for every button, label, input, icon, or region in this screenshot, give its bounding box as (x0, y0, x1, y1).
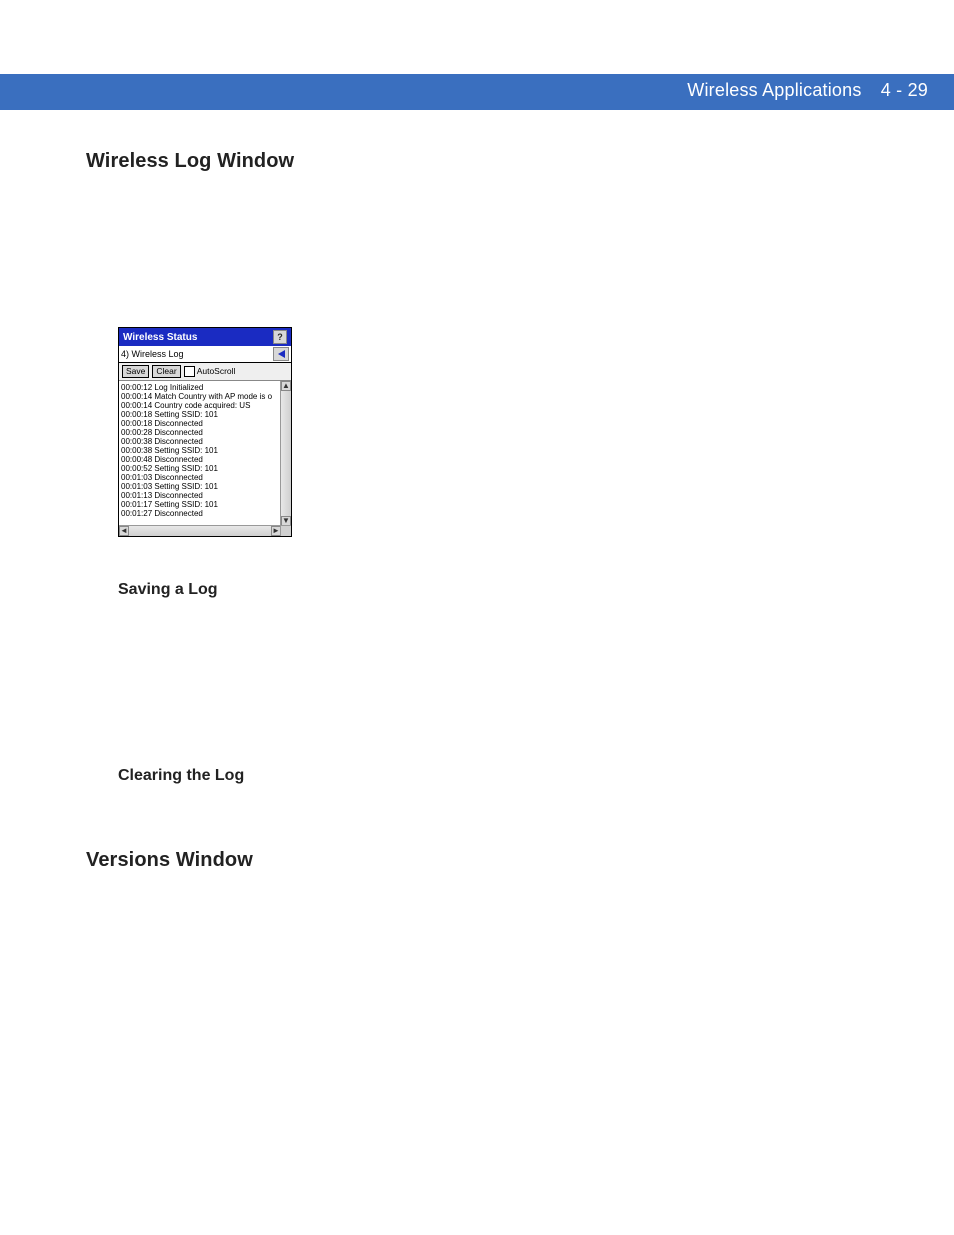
save-button[interactable]: Save (122, 365, 149, 378)
section-heading-versions-window: Versions Window (86, 849, 894, 872)
window-title: Wireless Status (123, 332, 197, 343)
checkbox-icon (184, 366, 195, 377)
spacer (86, 537, 894, 581)
log-row: 00:00:18 Disconnected (121, 419, 279, 428)
subsection-heading-saving-log: Saving a Log (118, 581, 894, 599)
log-row: 00:01:17 Setting SSID: 101 (121, 500, 279, 509)
scroll-track (129, 526, 271, 536)
log-row: 00:00:48 Disconnected (121, 455, 279, 464)
horizontal-scrollbar[interactable]: ◄ ► (119, 525, 281, 536)
spacer (86, 803, 894, 849)
section-heading-wireless-log-window: Wireless Log Window (86, 150, 894, 173)
page: Wireless Applications 4 - 29 Wireless Lo… (0, 0, 954, 1235)
log-row: 00:00:12 Log Initialized (121, 383, 279, 392)
autoscroll-label: AutoScroll (197, 366, 236, 376)
body-blank (86, 197, 894, 327)
scroll-left-icon[interactable]: ◄ (119, 526, 129, 536)
log-text: 00:00:12 Log Initialized00:00:14 Match C… (119, 381, 281, 526)
log-row: 00:00:14 Match Country with AP mode is o (121, 392, 279, 401)
toolbar: Save Clear AutoScroll (119, 363, 291, 381)
header-band: Wireless Applications 4 - 29 (0, 74, 954, 110)
scroll-up-icon[interactable]: ▲ (281, 381, 291, 391)
content-area: Wireless Log Window Wireless Status ? 4)… (86, 150, 894, 896)
vertical-scrollbar[interactable]: ▲ ▼ (280, 381, 291, 526)
autoscroll-checkbox[interactable]: AutoScroll (184, 366, 236, 377)
window-subbar: 4) Wireless Log (119, 346, 291, 363)
scroll-track (281, 391, 291, 516)
log-row: 00:01:13 Disconnected (121, 491, 279, 500)
subsection-heading-clearing-log: Clearing the Log (118, 767, 894, 785)
arrow-left-icon (278, 350, 285, 358)
figure-wireless-log: Wireless Status ? 4) Wireless Log Save C… (118, 327, 894, 537)
header-right: Wireless Applications 4 - 29 (687, 80, 928, 101)
page-number: 4 - 29 (881, 80, 928, 100)
scroll-corner (280, 525, 291, 536)
device-screenshot: Wireless Status ? 4) Wireless Log Save C… (118, 327, 292, 537)
log-row: 00:00:18 Setting SSID: 101 (121, 410, 279, 419)
body-blank (86, 617, 894, 767)
log-row: 00:01:27 Disconnected (121, 509, 279, 518)
back-button[interactable] (273, 347, 289, 361)
log-row: 00:00:28 Disconnected (121, 428, 279, 437)
help-icon[interactable]: ? (273, 330, 287, 344)
log-panel: 00:00:12 Log Initialized00:00:14 Match C… (119, 381, 291, 536)
window-titlebar: Wireless Status ? (119, 328, 291, 346)
log-row: 00:01:03 Setting SSID: 101 (121, 482, 279, 491)
log-row: 00:01:03 Disconnected (121, 473, 279, 482)
log-row: 00:00:38 Setting SSID: 101 (121, 446, 279, 455)
tab-label: 4) Wireless Log (121, 349, 184, 359)
log-row: 00:00:38 Disconnected (121, 437, 279, 446)
chapter-title: Wireless Applications (687, 80, 861, 100)
log-row: 00:00:14 Country code acquired: US (121, 401, 279, 410)
clear-button[interactable]: Clear (152, 365, 180, 378)
log-row: 00:00:52 Setting SSID: 101 (121, 464, 279, 473)
